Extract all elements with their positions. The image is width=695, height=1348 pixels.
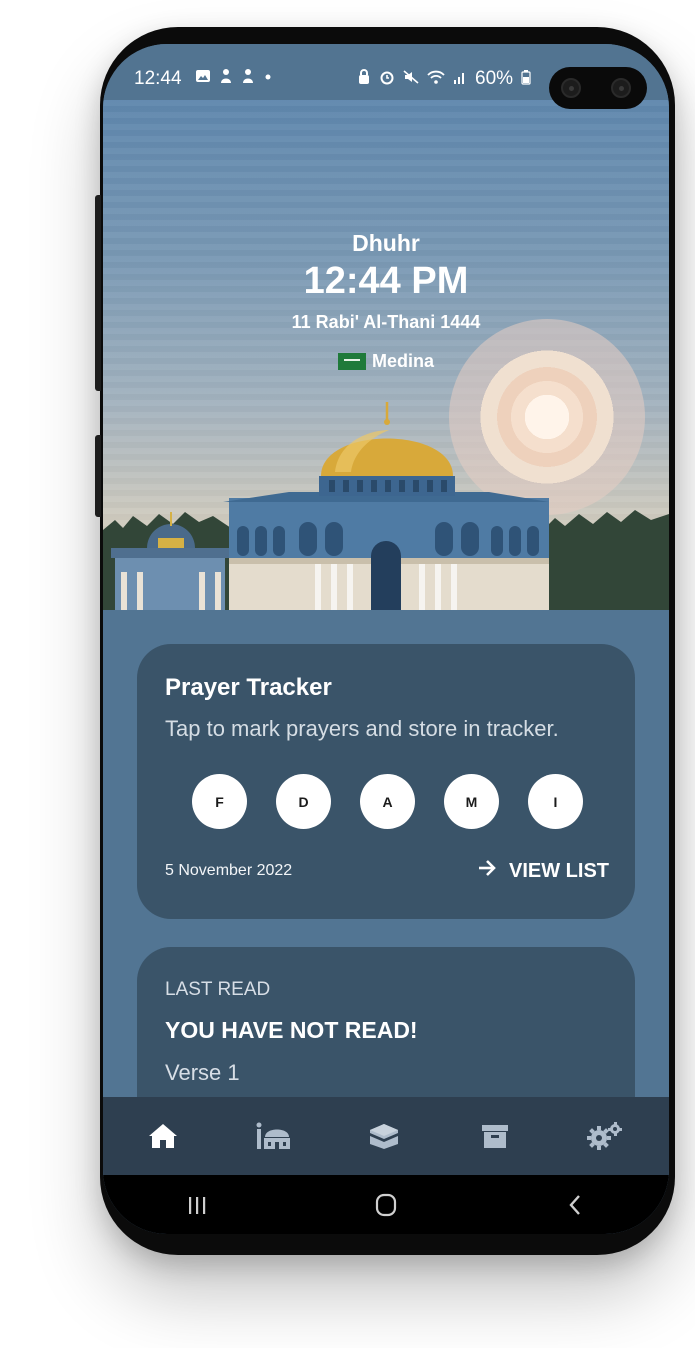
- system-nav-bar: [103, 1175, 669, 1234]
- archive-icon: [481, 1125, 508, 1148]
- current-prayer-time: 12:44 PM: [303, 260, 469, 302]
- nav-archive[interactable]: [475, 1116, 515, 1156]
- prayer-tracker-card[interactable]: Prayer Tracker Tap to mark prayers and s…: [137, 644, 635, 919]
- notification-icons: [195, 68, 273, 89]
- saudi-flag-icon: [337, 353, 366, 370]
- camera-lens: [561, 78, 581, 98]
- kaaba-icon: [370, 1124, 398, 1149]
- tracker-date: 5 November 2022: [165, 862, 293, 879]
- prayer-button-dhuhr[interactable]: D: [276, 774, 331, 829]
- prayer-tracker-title: Prayer Tracker: [165, 674, 332, 701]
- mosque-icon: [256, 1122, 290, 1149]
- nav-quran[interactable]: [364, 1116, 404, 1156]
- phone-frame: 12:44 60% Dhuhr 12:44 PM 11 Rabi' Al-Tha…: [95, 27, 675, 1255]
- power-button: [95, 435, 101, 517]
- hijri-date: 11 Rabi' Al-Thani 1444: [291, 312, 481, 332]
- person-icon: [219, 68, 233, 89]
- lock-icon: [357, 68, 371, 90]
- view-list-label: VIEW LIST: [509, 859, 609, 882]
- mute-icon: [403, 69, 419, 90]
- recent-apps-icon: [189, 1196, 206, 1214]
- arrow-right-icon: [477, 859, 497, 883]
- nav-settings[interactable]: [585, 1116, 625, 1156]
- settings-icon: [587, 1122, 622, 1150]
- status-time: 12:44: [134, 68, 182, 89]
- current-prayer-name: Dhuhr: [352, 230, 420, 256]
- prayer-button-isha[interactable]: I: [528, 774, 583, 829]
- last-read-verse: Verse 1: [165, 1060, 240, 1085]
- home-icon: [149, 1124, 177, 1148]
- stage: 12:44 60% Dhuhr 12:44 PM 11 Rabi' Al-Tha…: [0, 0, 695, 1348]
- nav-mosque[interactable]: [254, 1116, 294, 1156]
- volume-button: [95, 195, 101, 391]
- mosque-illustration: [103, 402, 669, 610]
- last-read-label: LAST READ: [165, 979, 271, 1000]
- front-camera: [549, 67, 647, 109]
- battery-percent: 60%: [475, 68, 514, 89]
- location-name: Medina: [371, 351, 434, 371]
- home-button[interactable]: [366, 1185, 406, 1225]
- gallery-icon: [195, 68, 211, 89]
- back-icon: [569, 1194, 580, 1215]
- battery-icon: [521, 69, 531, 90]
- dot-icon: [263, 68, 273, 89]
- wifi-icon: [427, 69, 445, 90]
- prayer-button-fajr[interactable]: F: [192, 774, 247, 829]
- camera-lens: [611, 78, 631, 98]
- back-button[interactable]: [555, 1185, 595, 1225]
- home-circle-icon: [375, 1193, 397, 1216]
- system-status-icons: 60%: [357, 68, 531, 90]
- prayer-tracker-subtitle: Tap to mark prayers and store in tracker…: [165, 716, 559, 741]
- alarm-icon: [379, 69, 395, 90]
- prayer-button-asr[interactable]: A: [360, 774, 415, 829]
- person-icon: [241, 68, 255, 89]
- status-bar: 12:44 60%: [103, 44, 669, 109]
- nav-home[interactable]: [143, 1116, 183, 1156]
- signal-icon: [453, 69, 467, 90]
- prayer-hero: Dhuhr 12:44 PM 11 Rabi' Al-Thani 1444 Me…: [103, 100, 669, 610]
- prayer-button-maghrib[interactable]: M: [444, 774, 499, 829]
- screen: 12:44 60% Dhuhr 12:44 PM 11 Rabi' Al-Tha…: [103, 44, 669, 1234]
- recent-apps-button[interactable]: [177, 1185, 217, 1225]
- prayer-buttons: F D A M I: [192, 774, 583, 829]
- bottom-nav: [103, 1097, 669, 1175]
- view-list-button[interactable]: VIEW LIST: [477, 859, 609, 883]
- last-read-title: YOU HAVE NOT READ!: [165, 1017, 418, 1043]
- location[interactable]: Medina: [103, 351, 669, 372]
